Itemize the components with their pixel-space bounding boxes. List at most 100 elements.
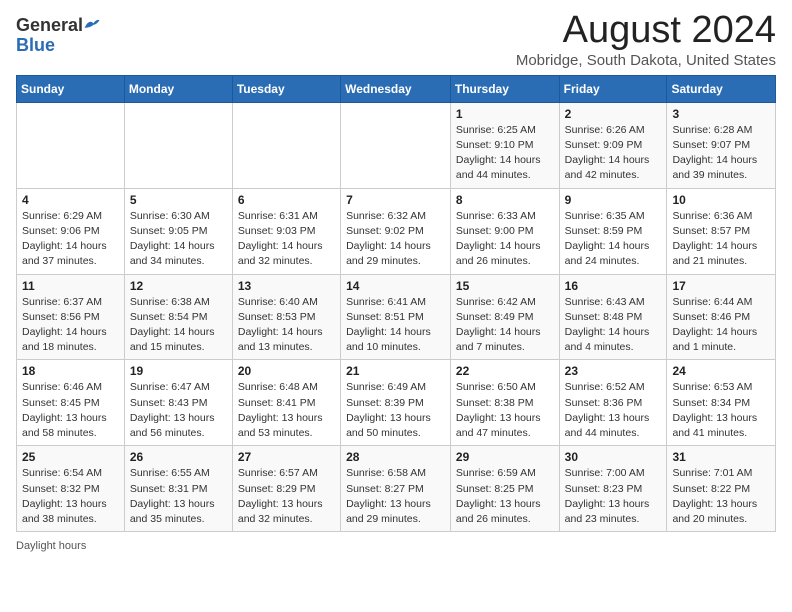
calendar-cell: 5Sunrise: 6:30 AM Sunset: 9:05 PM Daylig… (124, 188, 232, 274)
day-number: 7 (346, 193, 445, 207)
calendar-cell: 4 Sunrise: 6:29 AM Sunset: 9:06 PM Daylig… (17, 188, 125, 274)
calendar-cell (124, 102, 232, 188)
calendar-cell: 28Sunrise: 6:58 AM Sunset: 8:27 PM Dayli… (341, 446, 451, 532)
day-info: Sunrise: 6:57 AM Sunset: 8:29 PM Dayligh… (238, 466, 335, 527)
day-number: 25 (22, 450, 119, 464)
calendar-day-header: Thursday (450, 75, 559, 102)
day-info: Sunrise: 6:47 AM Sunset: 8:43 PM Dayligh… (130, 380, 227, 441)
day-info: Sunrise: 6:37 AM Sunset: 8:56 PM Dayligh… (22, 295, 119, 356)
calendar-day-header: Monday (124, 75, 232, 102)
day-number: 28 (346, 450, 445, 464)
calendar-cell (232, 102, 340, 188)
calendar-cell: 24 Sunrise: 6:53 AM Sunset: 8:34 PM Dayli… (667, 360, 776, 446)
day-info: Sunrise: 6:33 AM Sunset: 9:00 PM Dayligh… (456, 209, 554, 270)
day-info: Sunrise: 6:49 AM Sunset: 8:39 PM Dayligh… (346, 380, 445, 441)
footer: Daylight hours (16, 540, 776, 552)
day-info: Sunrise: 7:00 AM Sunset: 8:23 PM Dayligh… (565, 466, 662, 527)
day-number: 27 (238, 450, 335, 464)
calendar-cell: 25 Sunrise: 6:54 AM Sunset: 8:32 PM Dayli… (17, 446, 125, 532)
calendar-cell: 26 Sunrise: 6:55 AM Sunset: 8:31 PM Dayli… (124, 446, 232, 532)
calendar-cell: 10Sunrise: 6:36 AM Sunset: 8:57 PM Dayli… (667, 188, 776, 274)
day-info: Sunrise: 7:01 AM Sunset: 8:22 PM Dayligh… (672, 466, 770, 527)
day-info: Sunrise: 6:44 AM Sunset: 8:46 PM Dayligh… (672, 295, 770, 356)
day-number: 22 (456, 364, 554, 378)
day-number: 3 (672, 107, 770, 121)
calendar-cell: 18 Sunrise: 6:46 AM Sunset: 8:45 PM Dayli… (17, 360, 125, 446)
calendar-cell: 22 Sunrise: 6:50 AM Sunset: 8:38 PM Dayli… (450, 360, 559, 446)
calendar-cell: 8 Sunrise: 6:33 AM Sunset: 9:00 PM Daylig… (450, 188, 559, 274)
day-number: 13 (238, 279, 335, 293)
logo: General Blue (16, 16, 101, 56)
logo-general-text: General (16, 16, 83, 36)
day-info: Sunrise: 6:40 AM Sunset: 8:53 PM Dayligh… (238, 295, 335, 356)
day-info: Sunrise: 6:55 AM Sunset: 8:31 PM Dayligh… (130, 466, 227, 527)
day-number: 23 (565, 364, 662, 378)
day-info: Sunrise: 6:25 AM Sunset: 9:10 PM Dayligh… (456, 123, 554, 184)
daylight-hours-label: Daylight hours (16, 540, 86, 552)
day-number: 5 (130, 193, 227, 207)
day-number: 15 (456, 279, 554, 293)
calendar-cell: 6Sunrise: 6:31 AM Sunset: 9:03 PM Daylig… (232, 188, 340, 274)
day-number: 21 (346, 364, 445, 378)
calendar-cell: 7 Sunrise: 6:32 AM Sunset: 9:02 PM Daylig… (341, 188, 451, 274)
calendar-table: SundayMondayTuesdayWednesdayThursdayFrid… (16, 75, 776, 532)
day-info: Sunrise: 6:43 AM Sunset: 8:48 PM Dayligh… (565, 295, 662, 356)
calendar-week-row: 25 Sunrise: 6:54 AM Sunset: 8:32 PM Dayli… (17, 446, 776, 532)
day-number: 29 (456, 450, 554, 464)
logo-blue-text: Blue (16, 36, 55, 56)
day-number: 18 (22, 364, 119, 378)
calendar-header: SundayMondayTuesdayWednesdayThursdayFrid… (17, 75, 776, 102)
calendar-body: 1Sunrise: 6:25 AM Sunset: 9:10 PM Daylig… (17, 102, 776, 531)
day-number: 2 (565, 107, 662, 121)
day-info: Sunrise: 6:36 AM Sunset: 8:57 PM Dayligh… (672, 209, 770, 270)
day-info: Sunrise: 6:28 AM Sunset: 9:07 PM Dayligh… (672, 123, 770, 184)
day-info: Sunrise: 6:38 AM Sunset: 8:54 PM Dayligh… (130, 295, 227, 356)
calendar-day-header: Sunday (17, 75, 125, 102)
calendar-week-row: 11 Sunrise: 6:37 AM Sunset: 8:56 PM Dayli… (17, 274, 776, 360)
calendar-cell: 20Sunrise: 6:48 AM Sunset: 8:41 PM Dayli… (232, 360, 340, 446)
day-number: 26 (130, 450, 227, 464)
calendar-week-row: 1Sunrise: 6:25 AM Sunset: 9:10 PM Daylig… (17, 102, 776, 188)
calendar-day-header: Saturday (667, 75, 776, 102)
calendar-cell: 16 Sunrise: 6:43 AM Sunset: 8:48 PM Dayli… (559, 274, 667, 360)
logo-bird-icon (83, 17, 101, 31)
sub-title: Mobridge, South Dakota, United States (516, 52, 776, 69)
title-area: August 2024 Mobridge, South Dakota, Unit… (516, 10, 776, 69)
day-number: 6 (238, 193, 335, 207)
day-info: Sunrise: 6:42 AM Sunset: 8:49 PM Dayligh… (456, 295, 554, 356)
day-number: 4 (22, 193, 119, 207)
calendar-cell: 31 Sunrise: 7:01 AM Sunset: 8:22 PM Dayli… (667, 446, 776, 532)
calendar-cell: 30Sunrise: 7:00 AM Sunset: 8:23 PM Dayli… (559, 446, 667, 532)
calendar-day-header: Tuesday (232, 75, 340, 102)
main-title: August 2024 (516, 10, 776, 52)
day-number: 16 (565, 279, 662, 293)
calendar-cell: 1Sunrise: 6:25 AM Sunset: 9:10 PM Daylig… (450, 102, 559, 188)
day-number: 8 (456, 193, 554, 207)
day-number: 19 (130, 364, 227, 378)
header: General Blue August 2024 Mobridge, South… (16, 10, 776, 69)
day-number: 20 (238, 364, 335, 378)
day-info: Sunrise: 6:32 AM Sunset: 9:02 PM Dayligh… (346, 209, 445, 270)
day-info: Sunrise: 6:53 AM Sunset: 8:34 PM Dayligh… (672, 380, 770, 441)
calendar-cell: 15 Sunrise: 6:42 AM Sunset: 8:49 PM Dayli… (450, 274, 559, 360)
day-number: 9 (565, 193, 662, 207)
calendar-cell: 14Sunrise: 6:41 AM Sunset: 8:51 PM Dayli… (341, 274, 451, 360)
calendar-day-header: Wednesday (341, 75, 451, 102)
day-info: Sunrise: 6:50 AM Sunset: 8:38 PM Dayligh… (456, 380, 554, 441)
day-info: Sunrise: 6:46 AM Sunset: 8:45 PM Dayligh… (22, 380, 119, 441)
calendar-cell: 11 Sunrise: 6:37 AM Sunset: 8:56 PM Dayli… (17, 274, 125, 360)
day-number: 24 (672, 364, 770, 378)
calendar-cell: 27 Sunrise: 6:57 AM Sunset: 8:29 PM Dayli… (232, 446, 340, 532)
day-info: Sunrise: 6:29 AM Sunset: 9:06 PM Dayligh… (22, 209, 119, 270)
calendar-day-header: Friday (559, 75, 667, 102)
day-info: Sunrise: 6:54 AM Sunset: 8:32 PM Dayligh… (22, 466, 119, 527)
calendar-cell: 17Sunrise: 6:44 AM Sunset: 8:46 PM Dayli… (667, 274, 776, 360)
calendar-cell (341, 102, 451, 188)
day-number: 11 (22, 279, 119, 293)
calendar-cell: 2 Sunrise: 6:26 AM Sunset: 9:09 PM Daylig… (559, 102, 667, 188)
calendar-cell: 21 Sunrise: 6:49 AM Sunset: 8:39 PM Dayli… (341, 360, 451, 446)
calendar-cell: 9Sunrise: 6:35 AM Sunset: 8:59 PM Daylig… (559, 188, 667, 274)
day-number: 31 (672, 450, 770, 464)
day-info: Sunrise: 6:26 AM Sunset: 9:09 PM Dayligh… (565, 123, 662, 184)
calendar-cell: 23Sunrise: 6:52 AM Sunset: 8:36 PM Dayli… (559, 360, 667, 446)
